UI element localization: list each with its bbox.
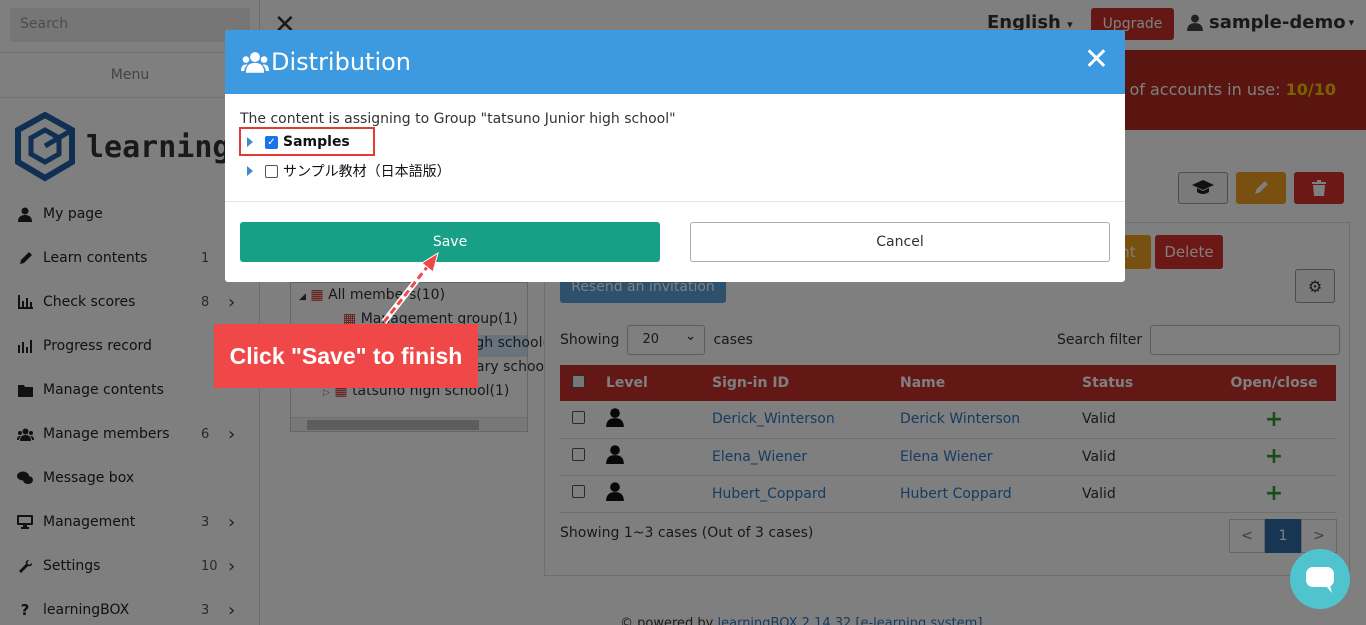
expand-triangle-icon[interactable] [247, 137, 253, 147]
content-item-samples[interactable]: ✓ Samples [247, 134, 350, 150]
annotation-callout: Click "Save" to finish [214, 324, 478, 388]
content-item-label: サンプル教材（日本語版） [283, 164, 451, 180]
samples-checkbox[interactable]: ✓ [265, 135, 278, 149]
modal-header: Distribution ✕ [225, 30, 1125, 94]
cancel-button[interactable]: Cancel [690, 222, 1110, 262]
content-item-japanese-samples[interactable]: サンプル教材（日本語版） [247, 161, 451, 181]
distribution-modal: Distribution ✕ The content is assigning … [225, 30, 1125, 282]
chat-widget-button[interactable] [1290, 549, 1350, 609]
modal-title: Distribution [271, 48, 412, 76]
users-icon [241, 52, 269, 73]
modal-close-icon[interactable]: ✕ [1084, 44, 1109, 76]
chat-bubble-icon [1306, 567, 1334, 593]
japanese-samples-checkbox[interactable] [265, 164, 278, 178]
modal-body: The content is assigning to Group "tatsu… [225, 94, 1125, 202]
expand-triangle-icon[interactable] [247, 166, 253, 176]
assign-text: The content is assigning to Group "tatsu… [240, 111, 676, 127]
save-button[interactable]: Save [240, 222, 660, 262]
content-item-label: Samples [283, 134, 350, 150]
